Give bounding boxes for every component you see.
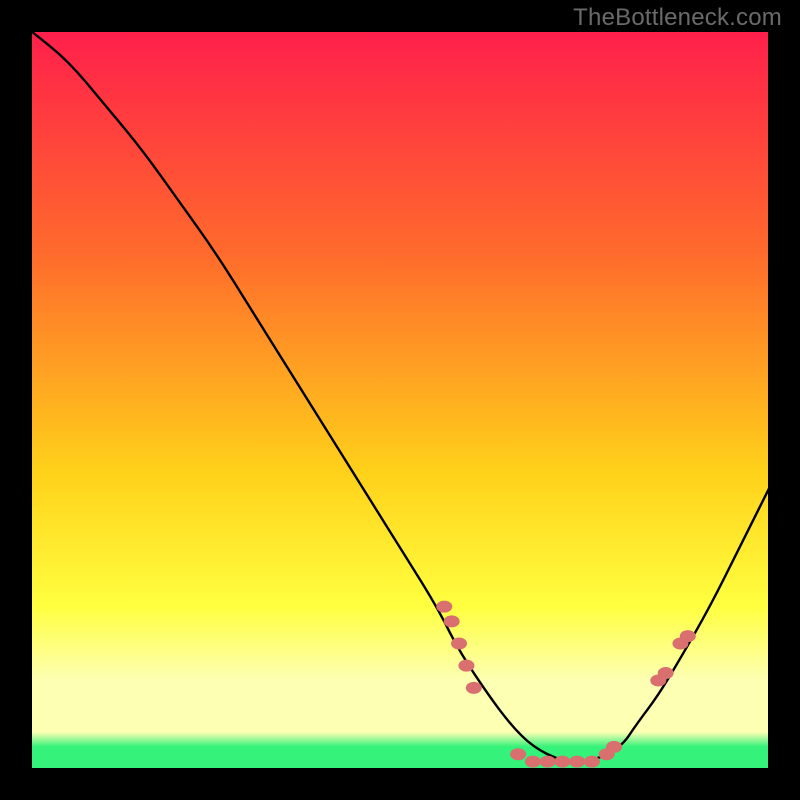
marker-dot xyxy=(584,756,600,768)
marker-dot xyxy=(458,660,474,672)
chart-svg xyxy=(0,0,800,800)
marker-dot xyxy=(466,682,482,694)
marker-dot xyxy=(525,756,541,768)
chart-canvas: TheBottleneck.com xyxy=(0,0,800,800)
marker-dot xyxy=(658,667,674,679)
marker-dot xyxy=(444,615,460,627)
plot-background xyxy=(31,31,769,769)
watermark-text: TheBottleneck.com xyxy=(573,4,782,32)
marker-dot xyxy=(540,756,556,768)
marker-dot xyxy=(606,741,622,753)
marker-dot xyxy=(436,601,452,613)
marker-dot xyxy=(680,630,696,642)
marker-dot xyxy=(554,756,570,768)
marker-dot xyxy=(510,748,526,760)
marker-dot xyxy=(451,638,467,650)
marker-dot xyxy=(569,756,585,768)
